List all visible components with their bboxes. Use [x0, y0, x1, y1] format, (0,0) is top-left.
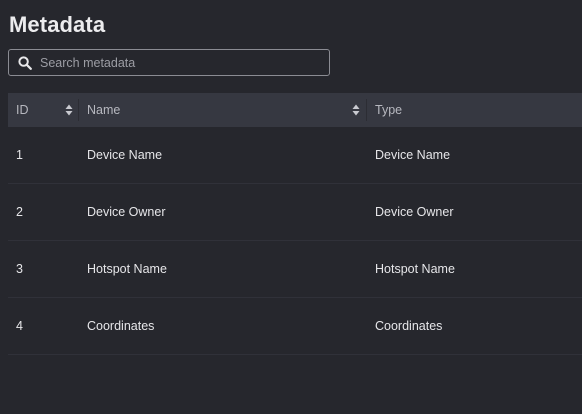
cell-id: 2 — [16, 205, 23, 219]
page-title: Metadata — [9, 12, 106, 37]
cell-id: 4 — [16, 319, 23, 333]
cell-type: Coordinates — [375, 319, 443, 333]
cell-id: 1 — [16, 148, 23, 162]
column-header-type[interactable]: Type — [367, 93, 582, 127]
table-header: ID Name Type — [8, 93, 582, 127]
cell-type: Device Owner — [375, 205, 454, 219]
search-box[interactable] — [8, 49, 330, 76]
search-input[interactable] — [40, 55, 310, 70]
sort-icon[interactable] — [65, 104, 73, 116]
sort-icon[interactable] — [352, 104, 360, 116]
table-row[interactable]: 4 Coordinates Coordinates — [8, 298, 582, 355]
cell-name: Device Name — [87, 148, 163, 162]
metadata-page: Metadata ID Name — [0, 0, 582, 414]
table-body: 1 Device Name Device Name 2 Device Owner… — [8, 127, 582, 355]
column-header-name[interactable]: Name — [79, 93, 367, 127]
cell-name: Hotspot Name — [87, 262, 167, 276]
column-header-label: Type — [375, 103, 403, 117]
cell-name: Device Owner — [87, 205, 166, 219]
search-icon — [18, 55, 32, 70]
table-row[interactable]: 1 Device Name Device Name — [8, 127, 582, 184]
metadata-table: ID Name Type 1 Device Name Device Name 2… — [8, 93, 582, 355]
cell-name: Coordinates — [87, 319, 155, 333]
column-header-id[interactable]: ID — [8, 93, 79, 127]
cell-id: 3 — [16, 262, 23, 276]
table-row[interactable]: 2 Device Owner Device Owner — [8, 184, 582, 241]
cell-type: Hotspot Name — [375, 262, 455, 276]
column-header-label: Name — [87, 103, 121, 117]
column-header-label: ID — [16, 103, 29, 117]
table-row[interactable]: 3 Hotspot Name Hotspot Name — [8, 241, 582, 298]
cell-type: Device Name — [375, 148, 451, 162]
